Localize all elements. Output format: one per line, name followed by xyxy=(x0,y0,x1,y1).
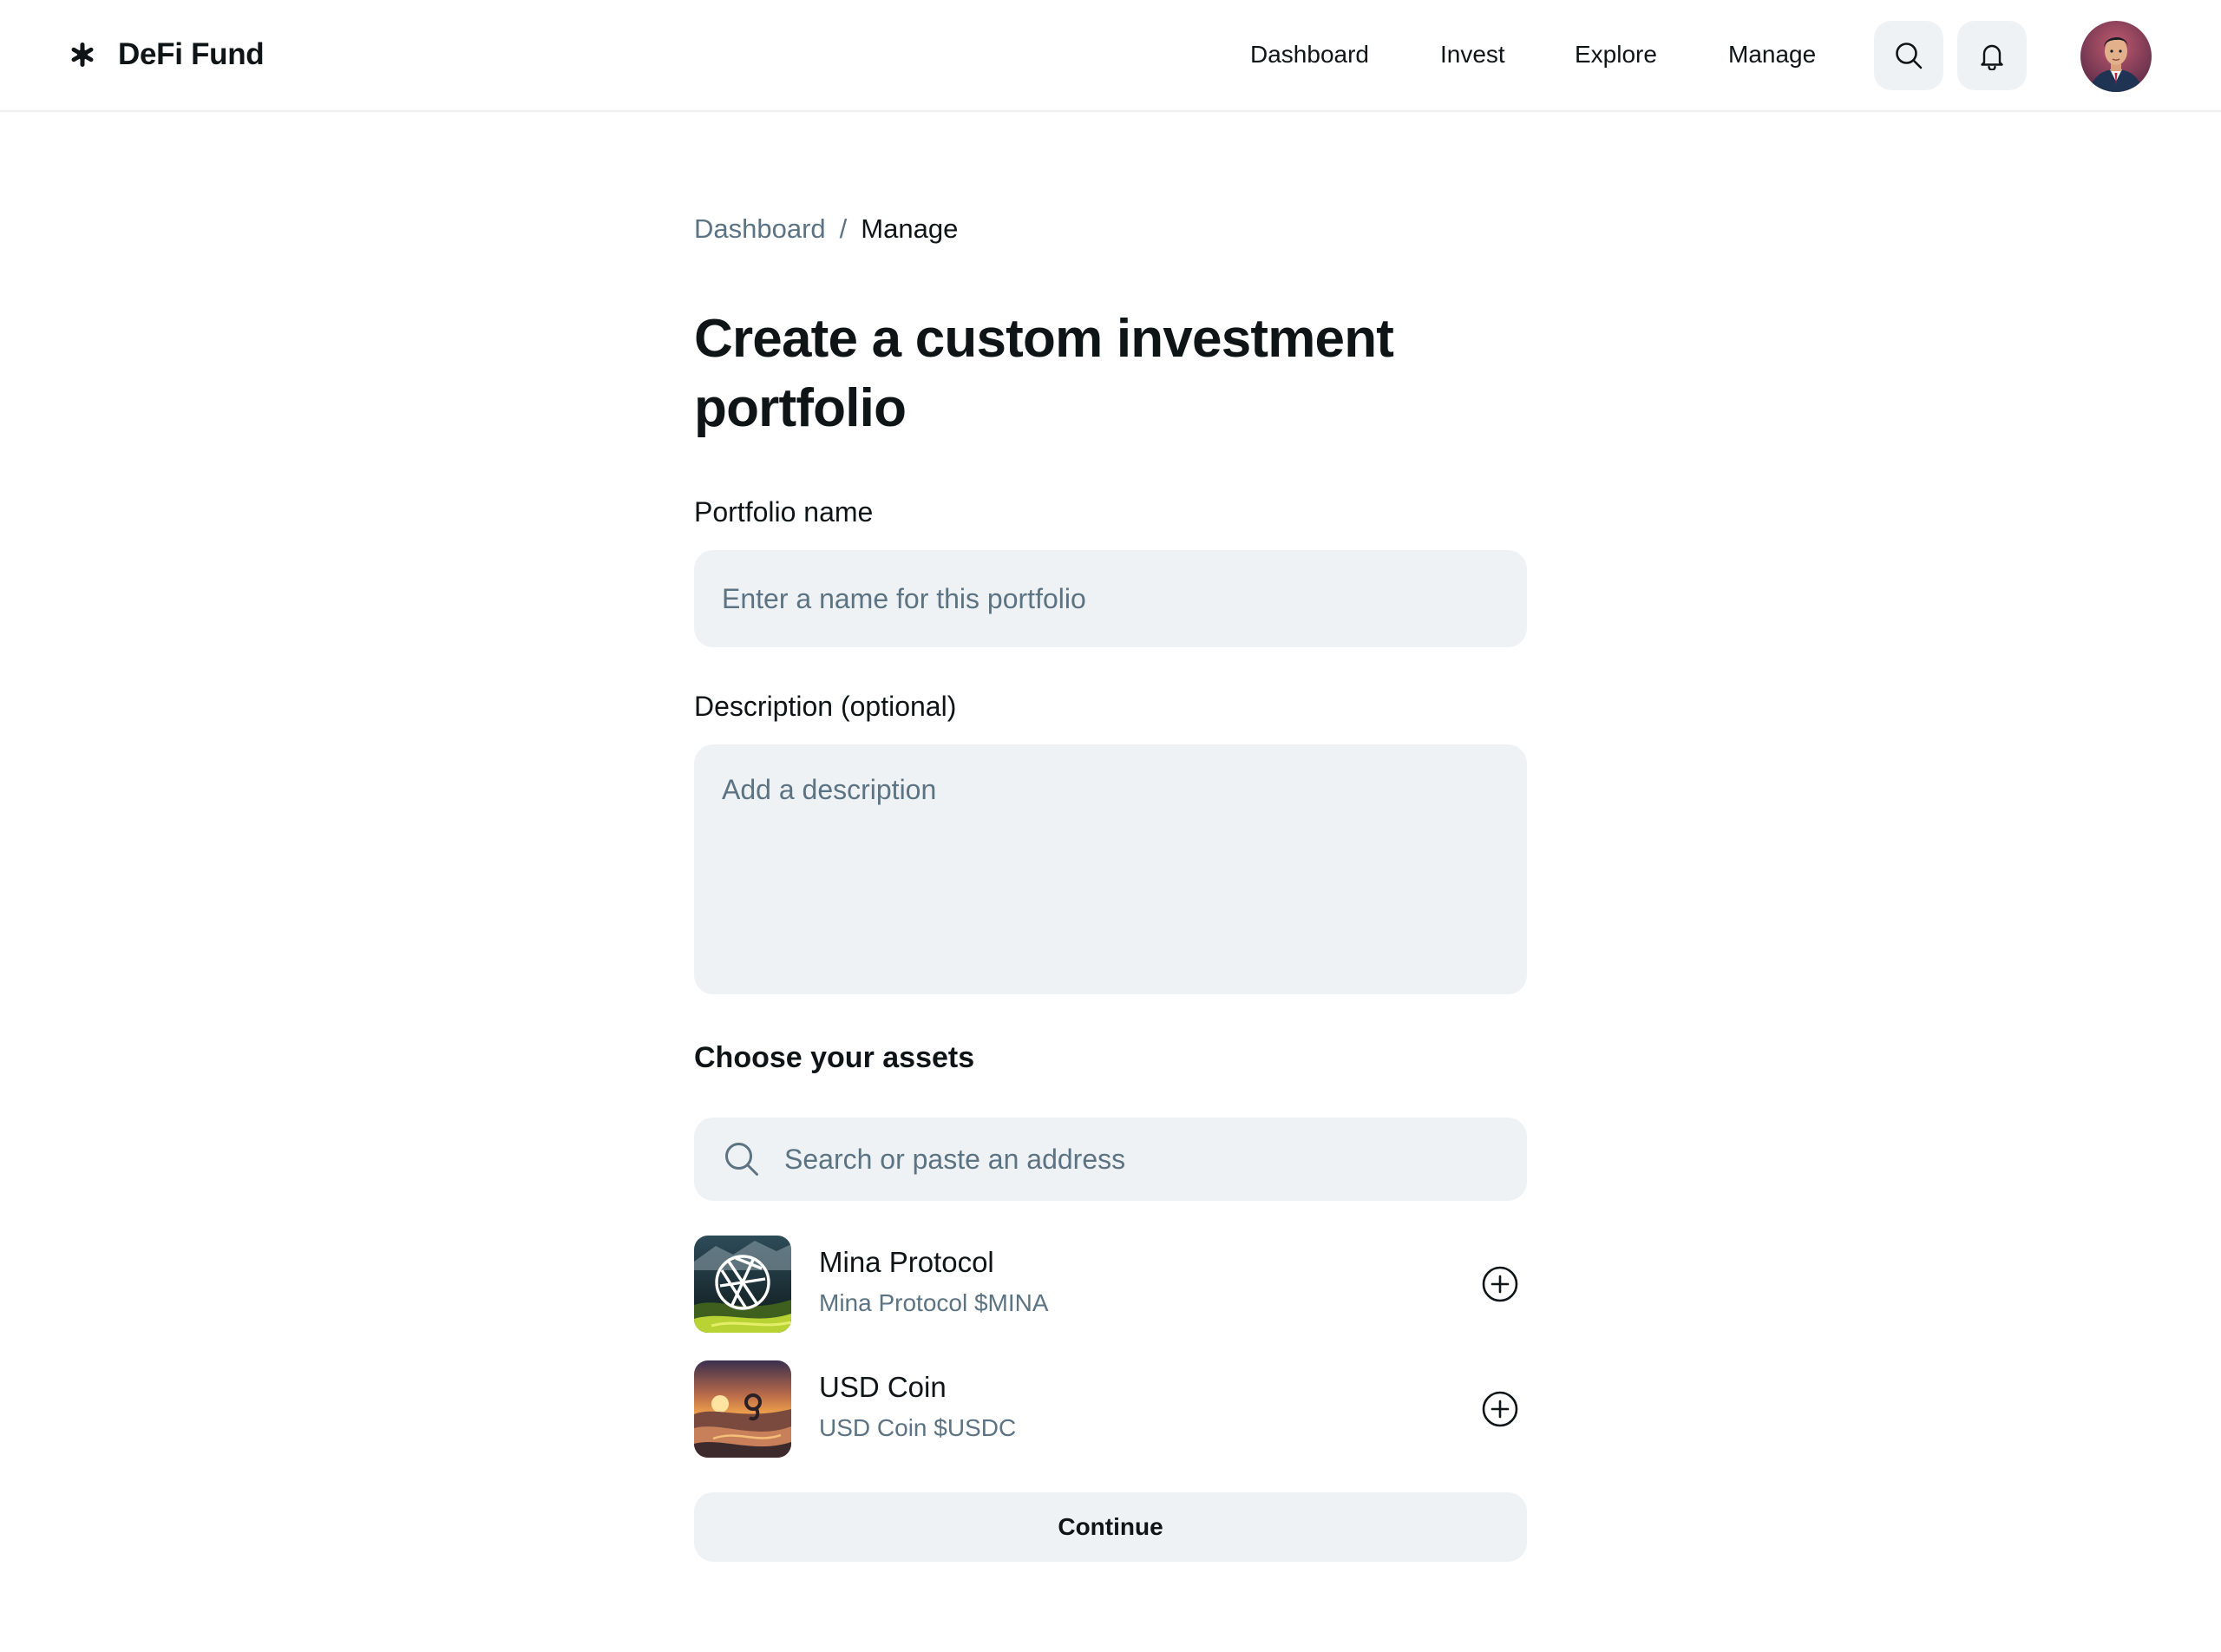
breadcrumb-manage: Manage xyxy=(861,213,959,244)
user-avatar[interactable] xyxy=(2080,21,2152,92)
asset-subtitle: USD Coin $USDC xyxy=(819,1414,1017,1441)
brand[interactable]: DeFi Fund xyxy=(69,35,265,75)
asset-subtitle: Mina Protocol $MINA xyxy=(819,1289,1049,1316)
nav-link-invest[interactable]: Invest xyxy=(1440,35,1505,75)
portfolio-name-label: Portfolio name xyxy=(694,496,874,528)
asset-search xyxy=(694,1118,1527,1201)
usd-coin-logo xyxy=(694,1360,791,1458)
breadcrumb: Dashboard / Manage xyxy=(694,212,958,246)
nav-link-explore[interactable]: Explore xyxy=(1575,35,1657,75)
portfolio-name-input[interactable] xyxy=(694,550,1527,647)
asset-search-input[interactable] xyxy=(784,1118,1504,1201)
asset-name: USD Coin xyxy=(819,1371,947,1403)
asset-row-usdc[interactable]: USD Coin USD Coin $USDC xyxy=(694,1360,1527,1458)
asset-name: Mina Protocol xyxy=(819,1246,994,1278)
nav-link-dashboard[interactable]: Dashboard xyxy=(1250,35,1369,75)
plus-circle-icon xyxy=(1482,1266,1518,1302)
add-asset-button[interactable] xyxy=(1481,1265,1519,1303)
brand-name: DeFi Fund xyxy=(118,37,265,71)
search-button[interactable] xyxy=(1874,21,1943,90)
plus-circle-icon xyxy=(1482,1391,1518,1427)
continue-button[interactable]: Continue xyxy=(694,1492,1527,1562)
asterisk-logo-icon xyxy=(69,42,95,68)
breadcrumb-separator: / xyxy=(839,213,848,244)
breadcrumb-dashboard[interactable]: Dashboard xyxy=(694,213,826,245)
search-icon xyxy=(725,1143,758,1176)
search-icon xyxy=(1896,43,1923,69)
notifications-button[interactable] xyxy=(1957,21,2027,90)
nav-link-manage[interactable]: Manage xyxy=(1728,35,1816,75)
mina-protocol-logo xyxy=(694,1236,791,1333)
asset-row-mina[interactable]: Mina Protocol Mina Protocol $MINA xyxy=(694,1236,1527,1333)
choose-assets-title: Choose your assets xyxy=(694,1041,975,1074)
description-label: Description (optional) xyxy=(694,691,957,722)
top-navbar: DeFi Fund Dashboard Invest Explore Manag… xyxy=(0,0,2221,112)
description-textarea[interactable] xyxy=(694,744,1527,994)
add-asset-button[interactable] xyxy=(1481,1390,1519,1428)
page-title: Create a custom investment portfolio xyxy=(694,309,1394,438)
bell-icon xyxy=(1981,44,2003,70)
